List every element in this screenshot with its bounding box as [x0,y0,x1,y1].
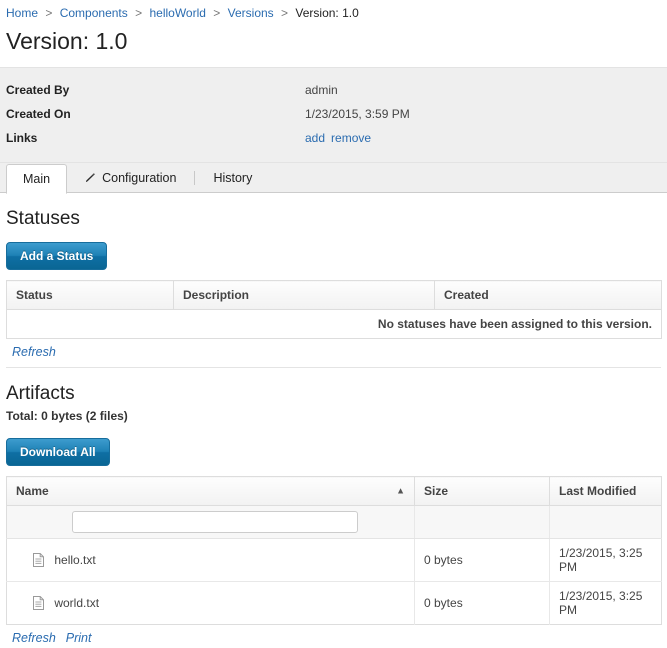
tab-history-label: History [213,170,252,186]
artifacts-table: Name ▲ Size Last Modified [6,476,662,625]
info-value-created-by: admin [305,80,667,100]
artifact-name-cell: world.txt [7,582,415,625]
tab-main-label: Main [23,171,50,187]
section-divider [6,367,661,368]
artifacts-filter-row [7,506,662,539]
statuses-column-status[interactable]: Status [7,281,174,310]
artifacts-title: Artifacts [6,382,661,406]
info-row-created-on: Created On 1/23/2015, 3:59 PM [0,102,667,126]
breadcrumb-separator: > [45,6,52,20]
tab-divider [194,171,195,185]
info-value-created-on: 1/23/2015, 3:59 PM [305,104,667,124]
info-value-links: add remove [305,128,667,148]
artifacts-filter-size-cell [415,506,550,539]
statuses-table-header-row: Status Description Created [7,281,662,310]
statuses-table: Status Description Created No statuses h… [6,280,662,339]
tab-bar: Main Configuration History [0,163,667,193]
breadcrumb: Home > Components > helloWorld > Version… [0,0,667,23]
breadcrumb-item-versions[interactable]: Versions [228,6,274,20]
sort-ascending-icon: ▲ [396,487,405,496]
artifact-modified-cell: 1/23/2015, 3:25 PM [550,539,662,582]
statuses-section: Statuses Add a Status Status Description… [0,207,667,367]
statuses-empty-message: No statuses have been assigned to this v… [7,310,662,339]
artifacts-section: Artifacts Total: 0 bytes (2 files) Downl… [0,382,667,648]
breadcrumb-item-current: Version: 1.0 [295,6,358,20]
tab-configuration-label: Configuration [102,170,176,186]
info-label-created-by: Created By [0,80,305,100]
file-icon [33,553,44,567]
breadcrumb-item-home[interactable]: Home [6,6,38,20]
info-label-created-on: Created On [0,104,305,124]
artifacts-column-size[interactable]: Size [415,477,550,506]
tab-history[interactable]: History [197,163,268,193]
statuses-column-description[interactable]: Description [174,281,435,310]
tab-configuration[interactable]: Configuration [67,163,192,193]
artifacts-filter-modified-cell [550,506,662,539]
statuses-column-created[interactable]: Created [435,281,662,310]
breadcrumb-item-helloworld[interactable]: helloWorld [149,6,205,20]
artifacts-print-link[interactable]: Print [66,631,92,645]
artifact-modified-cell: 1/23/2015, 3:25 PM [550,582,662,625]
add-a-status-button[interactable]: Add a Status [6,242,107,270]
breadcrumb-item-components[interactable]: Components [60,6,128,20]
page-title: Version: 1.0 [6,27,667,55]
artifacts-table-footer: Refresh Print [6,625,661,648]
artifact-size-cell: 0 bytes [415,582,550,625]
download-all-button[interactable]: Download All [6,438,110,466]
artifacts-total: Total: 0 bytes (2 files) [6,408,661,425]
version-info-panel: Created By admin Created On 1/23/2015, 3… [0,67,667,163]
artifact-name-label: world.txt [54,596,99,610]
artifacts-column-name[interactable]: Name ▲ [7,477,415,506]
artifacts-refresh-link[interactable]: Refresh [12,631,56,645]
artifacts-name-filter-input[interactable] [72,511,358,533]
artifact-name-cell: hello.txt [7,539,415,582]
table-row[interactable]: hello.txt 0 bytes 1/23/2015, 3:25 PM [7,539,662,582]
statuses-refresh-link[interactable]: Refresh [12,345,56,359]
artifact-size-cell: 0 bytes [415,539,550,582]
breadcrumb-separator: > [281,6,288,20]
info-row-links: Links add remove [0,126,667,150]
info-label-links: Links [0,128,305,148]
info-row-created-by: Created By admin [0,78,667,102]
tab-main[interactable]: Main [6,164,67,194]
artifacts-column-name-label: Name [16,484,49,498]
artifacts-table-header-row: Name ▲ Size Last Modified [7,477,662,506]
pencil-icon [83,172,96,185]
artifacts-filter-name-cell [7,506,415,539]
statuses-title: Statuses [6,207,661,231]
breadcrumb-separator: > [135,6,142,20]
add-link-button[interactable]: add [305,131,325,145]
artifacts-column-last-modified[interactable]: Last Modified [550,477,662,506]
table-row[interactable]: world.txt 0 bytes 1/23/2015, 3:25 PM [7,582,662,625]
remove-link-button[interactable]: remove [331,131,371,145]
statuses-empty-row: No statuses have been assigned to this v… [7,310,662,339]
breadcrumb-separator: > [213,6,220,20]
file-icon [33,596,44,610]
artifact-name-label: hello.txt [54,553,95,567]
statuses-table-footer: Refresh [6,339,661,367]
